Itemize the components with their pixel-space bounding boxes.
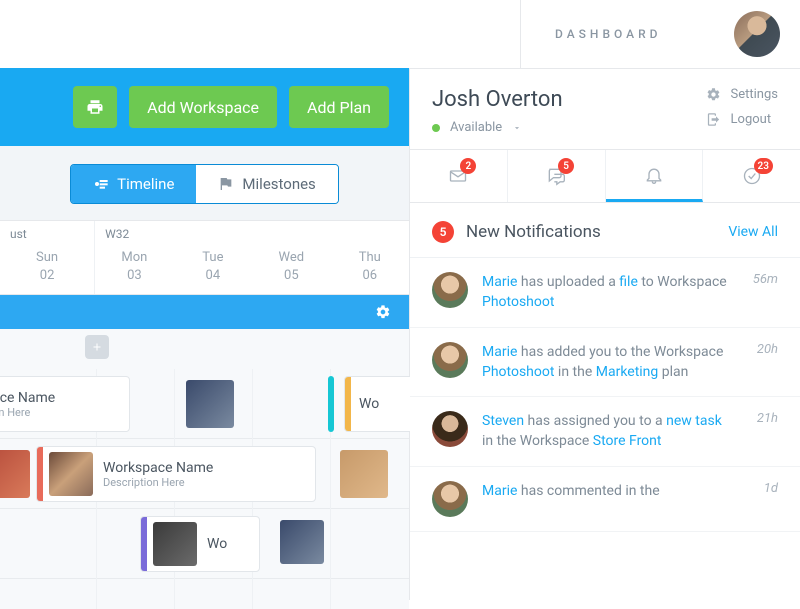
notification-item[interactable]: Steven has assigned you to a new task in… xyxy=(410,397,800,467)
status-selector[interactable]: Available xyxy=(432,120,563,135)
notification-list: Marie has uploaded a file to Workspace P… xyxy=(410,258,800,532)
cal-day[interactable]: Sun02 xyxy=(0,249,94,284)
card-title: Workspace Name xyxy=(103,460,213,476)
avatar xyxy=(432,342,468,378)
logout-link[interactable]: Logout xyxy=(706,112,778,127)
view-toggle: Timeline Milestones xyxy=(0,146,409,220)
timeline-area[interactable]: space Name iption Here Wo Workspace Name… xyxy=(0,329,409,609)
timeline-icon xyxy=(93,176,109,192)
avatar xyxy=(432,411,468,447)
right-pane: Josh Overton Available Settings Logout 2 xyxy=(410,68,800,600)
gear-icon xyxy=(706,87,721,102)
milestone-bar[interactable] xyxy=(328,376,334,432)
thumbnail[interactable] xyxy=(186,380,234,428)
notifications-title: New Notifications xyxy=(466,222,601,242)
timeline-band xyxy=(0,295,409,329)
thumbnail xyxy=(153,522,197,566)
logout-label: Logout xyxy=(731,112,772,127)
view-all-link[interactable]: View All xyxy=(728,224,778,240)
bell-icon xyxy=(644,165,664,185)
workspace-card[interactable]: Wo xyxy=(140,516,260,572)
calendar-header: ust Sun02 W32 Mon03 Tue04 Wed05 Thu06 xyxy=(0,220,409,295)
notification-count: 5 xyxy=(432,221,454,243)
notification-time: 56m xyxy=(753,272,778,287)
notification-item[interactable]: Marie has uploaded a file to Workspace P… xyxy=(410,258,800,328)
notification-text: Steven has assigned you to a new task in… xyxy=(482,411,735,452)
tab-timeline[interactable]: Timeline xyxy=(71,165,196,203)
notification-time: 20h xyxy=(757,342,778,357)
avatar xyxy=(432,272,468,308)
print-button[interactable] xyxy=(73,86,117,128)
main-toolbar: Add Workspace Add Plan xyxy=(0,68,409,146)
tab-tasks[interactable]: 23 xyxy=(703,150,800,202)
notifications-header: 5 New Notifications View All xyxy=(410,203,800,258)
notification-tabs: 2 5 23 xyxy=(410,149,800,203)
card-desc: Description Here xyxy=(103,476,213,489)
tab-milestones[interactable]: Milestones xyxy=(196,165,337,203)
badge: 5 xyxy=(558,158,574,174)
user-block: Josh Overton Available Settings Logout xyxy=(410,69,800,149)
notification-item[interactable]: Marie has commented in the 1d xyxy=(410,467,800,532)
card-title: Wo xyxy=(207,536,227,552)
notification-text: Marie has added you to the Workspace Pho… xyxy=(482,342,735,383)
month-label: ust xyxy=(0,227,94,245)
chevron-down-icon xyxy=(512,123,522,133)
logout-icon xyxy=(706,112,721,127)
card-title: space Name xyxy=(0,390,55,406)
user-name: Josh Overton xyxy=(432,87,563,112)
thumbnail[interactable] xyxy=(0,450,30,498)
user-avatar[interactable] xyxy=(734,11,780,57)
cal-day[interactable]: Tue04 xyxy=(174,249,252,284)
print-icon xyxy=(86,98,104,116)
add-workspace-button[interactable]: Add Workspace xyxy=(129,86,277,128)
settings-link[interactable]: Settings xyxy=(706,87,778,102)
top-bar: DASHBOARD xyxy=(520,0,800,68)
badge: 23 xyxy=(754,158,773,174)
status-text: Available xyxy=(450,120,502,135)
notification-time: 21h xyxy=(757,411,778,426)
dashboard-link[interactable]: DASHBOARD xyxy=(555,27,662,41)
tab-notifications[interactable] xyxy=(606,150,704,202)
workspace-card[interactable]: Workspace Name Description Here xyxy=(36,446,316,502)
notification-text: Marie has commented in the xyxy=(482,481,742,501)
cal-day[interactable]: Thu06 xyxy=(331,249,409,284)
milestones-label: Milestones xyxy=(242,175,315,193)
tab-mail[interactable]: 2 xyxy=(410,150,508,202)
card-desc: iption Here xyxy=(0,406,55,419)
left-pane: Add Workspace Add Plan Timeline Mileston… xyxy=(0,68,410,600)
gear-icon[interactable] xyxy=(375,304,391,320)
avatar xyxy=(432,481,468,517)
workspace-card[interactable]: space Name iption Here xyxy=(0,376,130,432)
notification-item[interactable]: Marie has added you to the Workspace Pho… xyxy=(410,328,800,398)
settings-label: Settings xyxy=(731,87,778,102)
week-label: W32 xyxy=(95,227,409,245)
notification-text: Marie has uploaded a file to Workspace P… xyxy=(482,272,731,313)
add-plan-button[interactable]: Add Plan xyxy=(289,86,389,128)
badge: 2 xyxy=(460,158,476,174)
tab-chat[interactable]: 5 xyxy=(508,150,606,202)
flag-icon xyxy=(218,176,234,192)
status-dot-icon xyxy=(432,124,440,132)
thumbnail xyxy=(49,452,93,496)
notification-time: 1d xyxy=(764,481,778,496)
add-row-button[interactable] xyxy=(85,335,109,359)
thumbnail[interactable] xyxy=(340,450,388,498)
cal-day[interactable]: Mon03 xyxy=(95,249,173,284)
card-title: Wo xyxy=(359,396,379,412)
timeline-label: Timeline xyxy=(117,175,174,193)
thumbnail[interactable] xyxy=(280,520,324,564)
cal-day[interactable]: Wed05 xyxy=(252,249,330,284)
